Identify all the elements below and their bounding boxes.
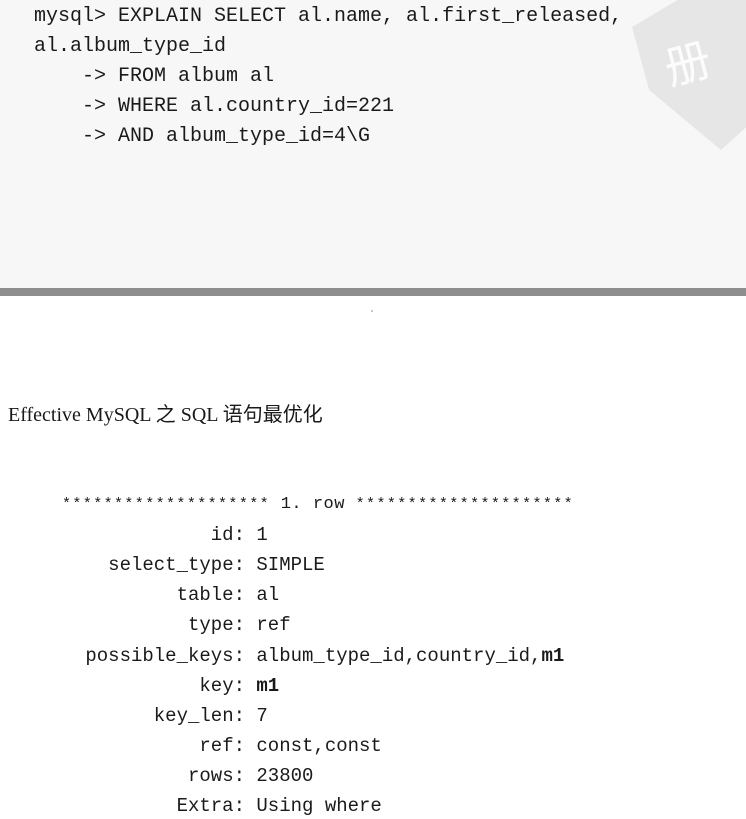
field-table: table: al bbox=[50, 582, 280, 608]
field-type: type: ref bbox=[50, 612, 291, 638]
field-value: const,const bbox=[256, 735, 382, 757]
field-possible-keys: possible_keys: album_type_id,country_id,… bbox=[50, 643, 564, 669]
row-separator-stars-left: ******************** bbox=[62, 496, 271, 513]
field-value: 23800 bbox=[256, 765, 314, 787]
field-label: key_len: bbox=[153, 705, 245, 727]
field-label: table: bbox=[176, 584, 245, 606]
field-value: 7 bbox=[256, 705, 268, 727]
field-label: select_type: bbox=[108, 554, 245, 576]
query-line-4: -> WHERE al.country_id=221 bbox=[34, 95, 395, 118]
query-line-5: -> AND album_type_id=4\G bbox=[34, 125, 371, 148]
page-header: Effective MySQL 之 SQL 语句最优化 bbox=[8, 404, 323, 426]
field-label: type: bbox=[187, 614, 245, 636]
field-label: possible_keys: bbox=[85, 645, 245, 667]
field-value: Using where bbox=[256, 795, 382, 817]
field-select-type: select_type: SIMPLE bbox=[50, 552, 325, 578]
field-value: ref bbox=[256, 614, 291, 636]
field-id: id: 1 bbox=[50, 522, 268, 548]
field-extra: Extra: Using where bbox=[50, 793, 382, 819]
query-line-1: mysql> EXPLAIN SELECT al.name, al.first_… bbox=[34, 5, 623, 28]
row-separator: ******************** 1. row ************… bbox=[62, 492, 574, 518]
field-value: 1 bbox=[256, 524, 268, 546]
field-ref: ref: const,const bbox=[50, 733, 382, 759]
page-divider bbox=[0, 288, 746, 296]
field-key: key: m1 bbox=[50, 673, 279, 699]
field-rows: rows: 23800 bbox=[50, 763, 313, 789]
field-label: id: bbox=[210, 524, 245, 546]
row-separator-stars-right: ********************* bbox=[355, 496, 575, 513]
field-label: key: bbox=[199, 675, 245, 697]
field-key-len: key_len: 7 bbox=[50, 703, 268, 729]
field-value-bold: m1 bbox=[256, 675, 280, 697]
scan-dot bbox=[371, 310, 373, 312]
field-value: SIMPLE bbox=[256, 554, 325, 576]
field-label: ref: bbox=[199, 735, 245, 757]
field-label: rows: bbox=[187, 765, 245, 787]
query-line-3: -> FROM album al bbox=[34, 65, 275, 88]
field-value-bold: m1 bbox=[541, 645, 565, 667]
query-line-2: al.album_type_id bbox=[34, 35, 227, 58]
row-separator-label: 1. row bbox=[270, 495, 356, 514]
field-value: album_type_id,country_id, bbox=[256, 645, 542, 667]
field-label: Extra: bbox=[176, 795, 245, 817]
field-value: al bbox=[256, 584, 280, 606]
